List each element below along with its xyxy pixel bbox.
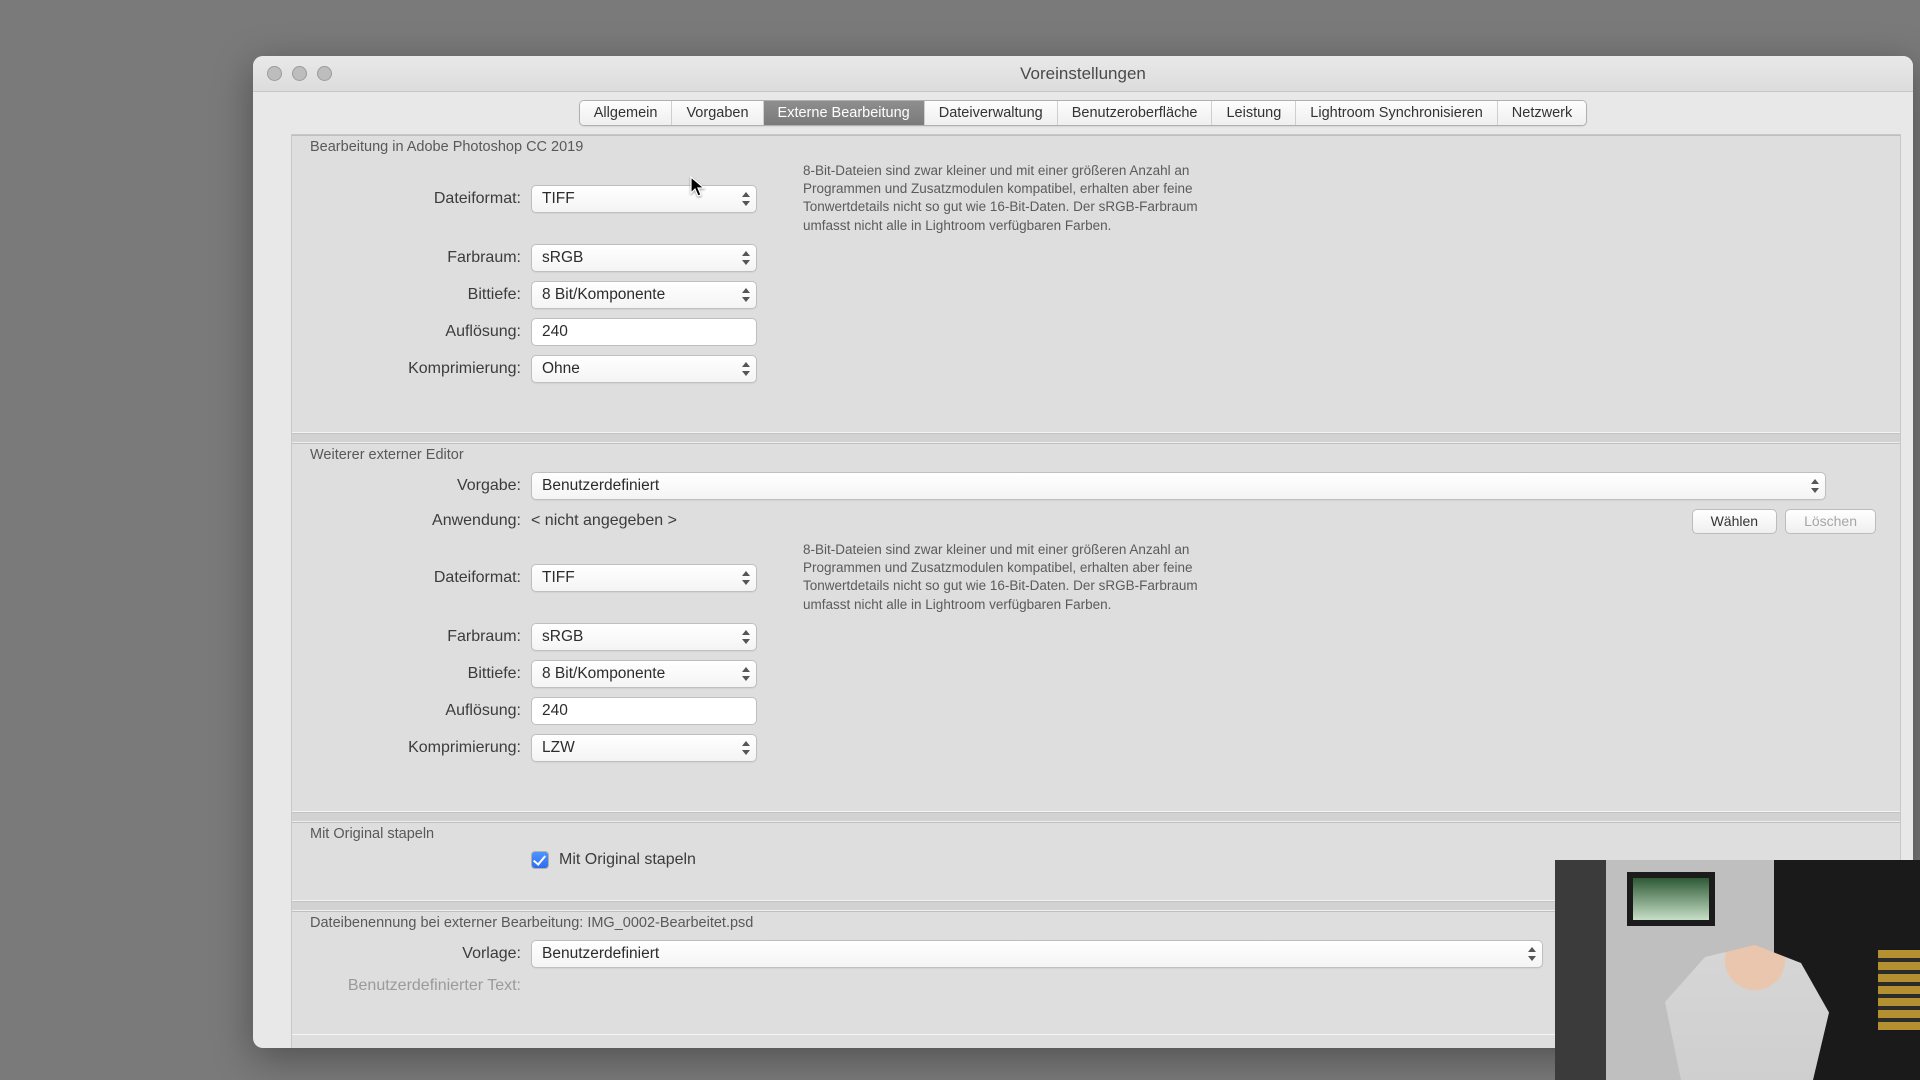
select-value: Benutzerdefiniert	[542, 945, 659, 963]
hint-text: 8-Bit-Dateien sind zwar kleiner und mit …	[803, 162, 1243, 235]
window-title: Voreinstellungen	[253, 64, 1913, 84]
select-template[interactable]: Benutzerdefiniert	[531, 940, 1543, 968]
updown-icon	[740, 249, 752, 267]
label-compression-2: Komprimierung:	[316, 739, 531, 757]
select-preset[interactable]: Benutzerdefiniert	[531, 472, 1826, 500]
group-edit-in-photoshop: Bearbeitung in Adobe Photoshop CC 2019 D…	[292, 135, 1900, 433]
select-value: LZW	[542, 739, 575, 757]
group-title: Weiterer externer Editor	[306, 443, 468, 467]
tab-dateiverwaltung[interactable]: Dateiverwaltung	[925, 101, 1058, 125]
group-title: Mit Original stapeln	[306, 822, 438, 846]
input-resolution-2[interactable]	[531, 697, 757, 725]
cursor-icon	[690, 176, 706, 198]
updown-icon	[740, 286, 752, 304]
wall-picture-icon	[1627, 872, 1715, 926]
label-compression: Komprimierung:	[316, 360, 531, 378]
divider	[292, 812, 1900, 822]
select-value: sRGB	[542, 628, 583, 646]
tab-netzwerk[interactable]: Netzwerk	[1498, 101, 1586, 125]
application-value: < nicht angegeben >	[531, 512, 1684, 530]
label-resolution: Auflösung:	[316, 323, 531, 341]
select-value: TIFF	[542, 569, 575, 587]
tab-segmented-control: Allgemein Vorgaben Externe Bearbeitung D…	[579, 100, 1587, 126]
choose-button[interactable]: Wählen	[1692, 509, 1777, 534]
tabs-row: Allgemein Vorgaben Externe Bearbeitung D…	[253, 92, 1913, 126]
input-resolution[interactable]	[531, 318, 757, 346]
group-title: Bearbeitung in Adobe Photoshop CC 2019	[306, 135, 587, 159]
select-bitdepth[interactable]: 8 Bit/Komponente	[531, 281, 757, 309]
checkbox-label: Mit Original stapeln	[559, 851, 696, 869]
tab-allgemein[interactable]: Allgemein	[580, 101, 673, 125]
hint-text-2: 8-Bit-Dateien sind zwar kleiner und mit …	[803, 541, 1243, 614]
select-value: TIFF	[542, 190, 575, 208]
tab-benutzeroberflaeche[interactable]: Benutzeroberfläche	[1058, 101, 1213, 125]
label-application: Anwendung:	[316, 512, 531, 530]
updown-icon	[740, 665, 752, 683]
close-icon[interactable]	[267, 66, 282, 81]
updown-icon	[740, 569, 752, 587]
clear-button[interactable]: Löschen	[1785, 509, 1876, 534]
webcam-overlay	[1555, 860, 1920, 1080]
minimize-icon[interactable]	[292, 66, 307, 81]
select-colorspace-2[interactable]: sRGB	[531, 623, 757, 651]
group-title: Dateibenennung bei externer Bearbeitung:…	[306, 911, 757, 935]
label-bitdepth-2: Bittiefe:	[316, 665, 531, 683]
tab-externe-bearbeitung[interactable]: Externe Bearbeitung	[764, 101, 925, 125]
updown-icon	[740, 628, 752, 646]
select-compression[interactable]: Ohne	[531, 355, 757, 383]
label-fileformat: Dateiformat:	[316, 190, 531, 208]
select-fileformat[interactable]: TIFF	[531, 185, 757, 213]
label-colorspace: Farbraum:	[316, 249, 531, 267]
tab-leistung[interactable]: Leistung	[1212, 101, 1296, 125]
label-resolution-2: Auflösung:	[316, 702, 531, 720]
titlebar: Voreinstellungen	[253, 56, 1913, 92]
updown-icon	[740, 360, 752, 378]
select-value: Benutzerdefiniert	[542, 477, 659, 495]
updown-icon	[1526, 945, 1538, 963]
select-compression-2[interactable]: LZW	[531, 734, 757, 762]
checkbox-stack-with-original[interactable]	[531, 851, 549, 869]
label-preset: Vorgabe:	[316, 477, 531, 495]
label-custom-text: Benutzerdefinierter Text:	[316, 977, 531, 995]
updown-icon	[740, 190, 752, 208]
select-value: 8 Bit/Komponente	[542, 665, 665, 683]
zoom-icon[interactable]	[317, 66, 332, 81]
label-bitdepth: Bittiefe:	[316, 286, 531, 304]
window-controls	[267, 66, 332, 81]
label-template: Vorlage:	[316, 945, 531, 963]
led-strip-icon	[1878, 950, 1920, 1030]
label-fileformat-2: Dateiformat:	[316, 569, 531, 587]
tab-lightroom-sync[interactable]: Lightroom Synchronisieren	[1296, 101, 1497, 125]
divider	[292, 433, 1900, 443]
select-value: Ohne	[542, 360, 580, 378]
tab-vorgaben[interactable]: Vorgaben	[672, 101, 763, 125]
updown-icon	[740, 739, 752, 757]
select-value: sRGB	[542, 249, 583, 267]
group-additional-editor: Weiterer externer Editor Vorgabe: Benutz…	[292, 443, 1900, 812]
select-bitdepth-2[interactable]: 8 Bit/Komponente	[531, 660, 757, 688]
select-value: 8 Bit/Komponente	[542, 286, 665, 304]
select-colorspace[interactable]: sRGB	[531, 244, 757, 272]
label-colorspace-2: Farbraum:	[316, 628, 531, 646]
updown-icon	[1809, 477, 1821, 495]
select-fileformat-2[interactable]: TIFF	[531, 564, 757, 592]
